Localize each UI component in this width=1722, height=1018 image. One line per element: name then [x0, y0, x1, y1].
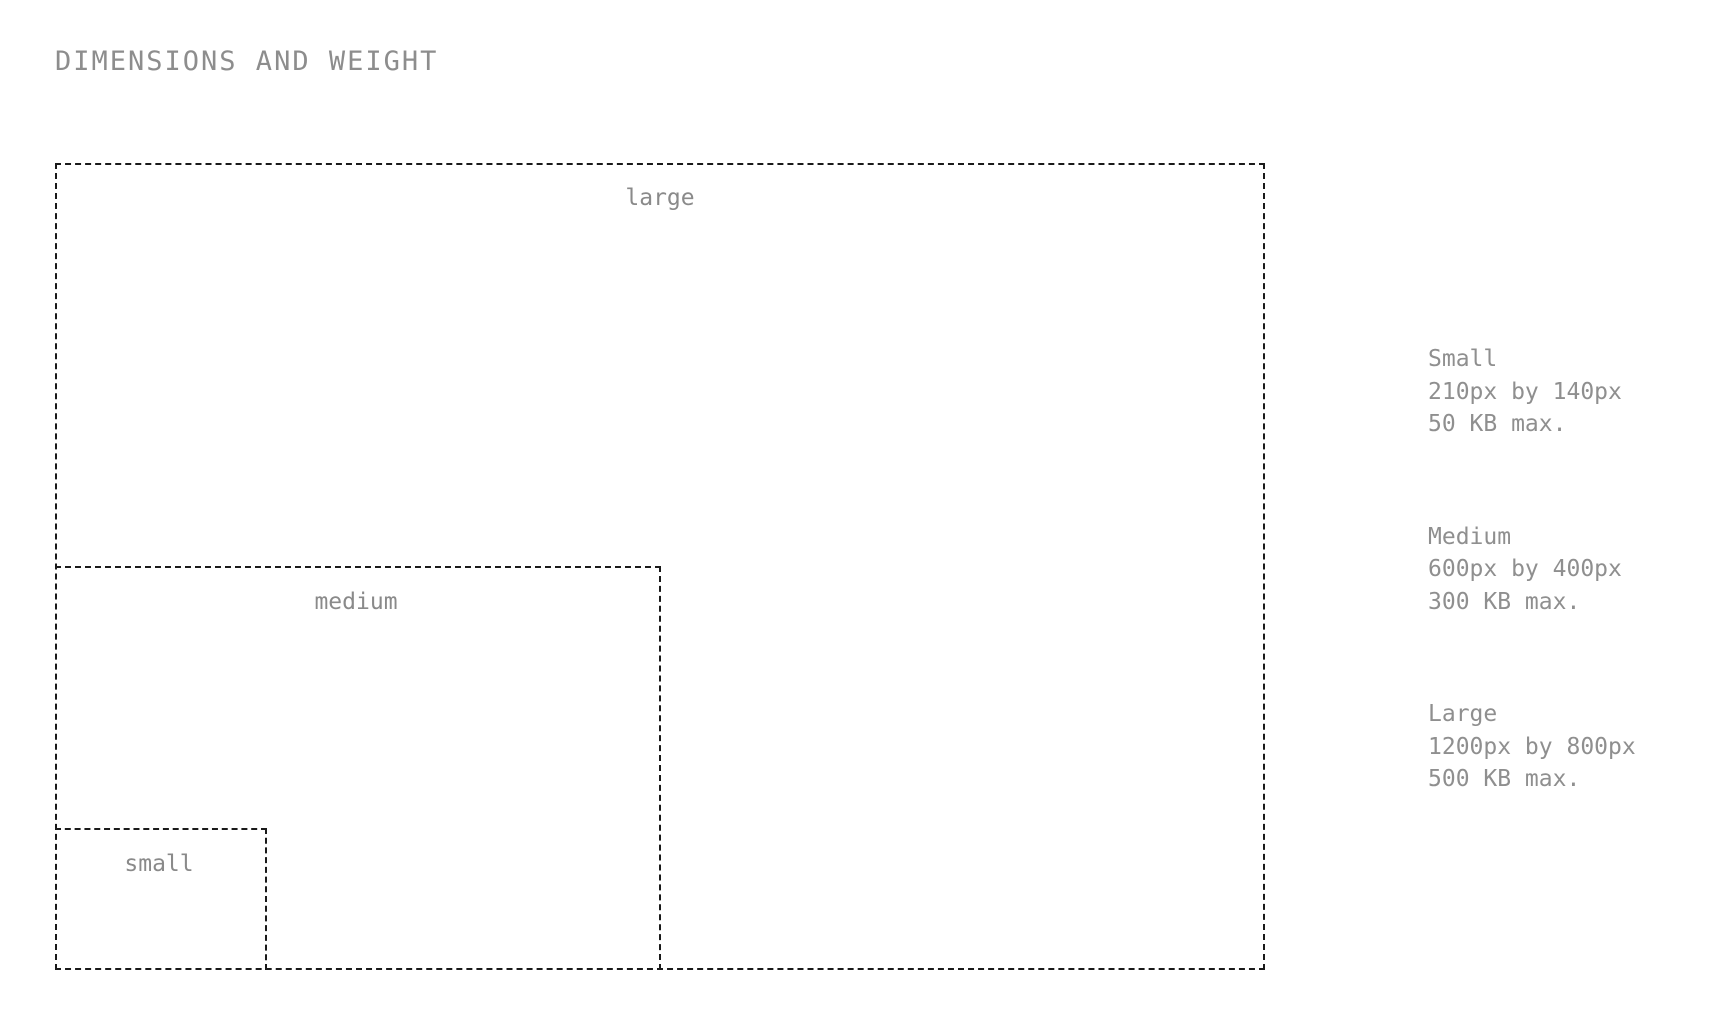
- page-title: DIMENSIONS AND WEIGHT: [55, 46, 439, 77]
- spec-dimensions: 600px by 400px: [1428, 556, 1622, 582]
- spec-dimensions: 1200px by 800px: [1428, 733, 1636, 760]
- large-size-label: large: [625, 185, 695, 211]
- spec-name: Small: [1428, 346, 1498, 372]
- medium-size-label: medium: [314, 589, 398, 615]
- spec-small: Small 210px by 140px 50 KB max.: [1428, 343, 1636, 441]
- spec-weight: 50 KB max.: [1428, 411, 1567, 437]
- spec-medium: Medium 600px by 400px 300 KB max.: [1428, 521, 1636, 619]
- spec-name: Large: [1428, 701, 1498, 727]
- small-size-label: small: [124, 851, 194, 877]
- spec-name: Medium: [1428, 523, 1512, 550]
- spec-large: Large 1200px by 800px 500 KB max.: [1428, 698, 1636, 796]
- spec-dimensions: 210px by 140px: [1428, 378, 1622, 405]
- spec-weight: 300 KB max.: [1428, 588, 1581, 615]
- size-spec-list: Small 210px by 140px 50 KB max. Medium 6…: [1428, 343, 1636, 876]
- small-size-outline: small: [55, 828, 267, 970]
- spec-weight: 500 KB max.: [1428, 766, 1581, 792]
